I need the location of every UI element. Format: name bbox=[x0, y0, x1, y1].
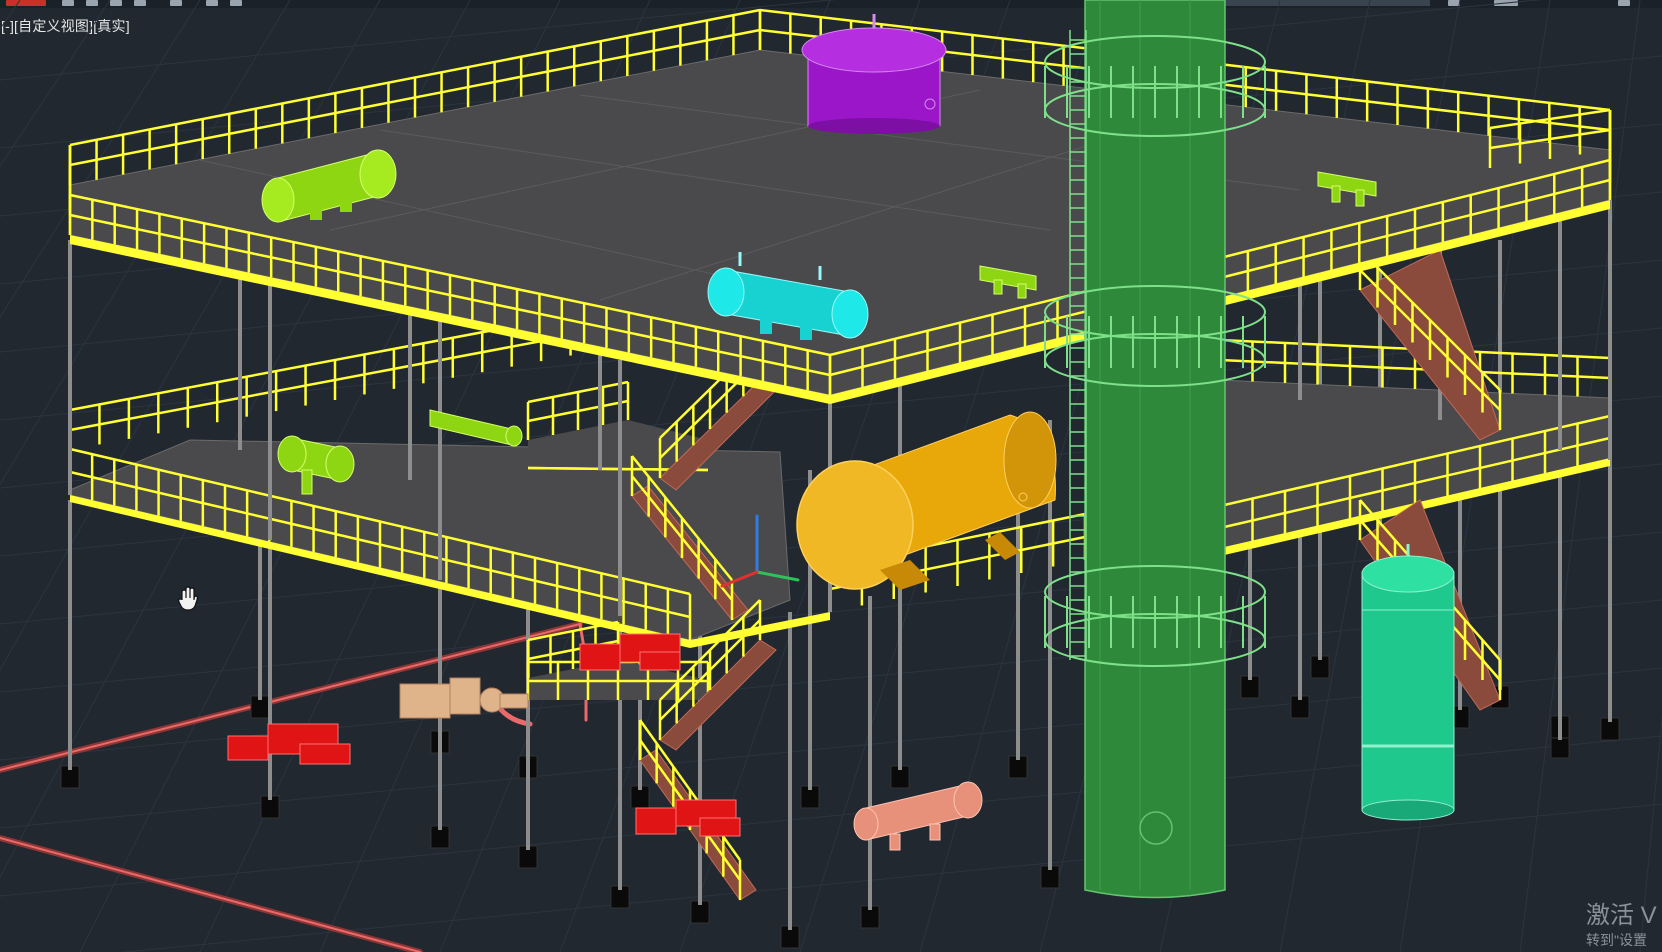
lower-deck-west[interactable] bbox=[69, 439, 830, 648]
hand-pan-icon bbox=[178, 586, 198, 611]
grid-line bbox=[1639, 713, 1662, 952]
pump-group-red[interactable] bbox=[227, 633, 741, 837]
ground-pipe[interactable] bbox=[0, 621, 588, 952]
grid-line bbox=[0, 0, 21, 30]
watermark-line-1: 激活 V bbox=[1586, 902, 1657, 929]
vessel-teal[interactable] bbox=[1361, 544, 1455, 821]
cad-viewport[interactable]: [-][自定义视图][真实] 激活 V 转到"设置 bbox=[0, 0, 1662, 952]
pump-beige[interactable] bbox=[399, 677, 529, 719]
vessel-purple[interactable] bbox=[801, 14, 947, 134]
grid-line bbox=[119, 803, 1662, 952]
model-space[interactable] bbox=[0, 0, 1662, 952]
watermark-line-2: 转到"设置 bbox=[1586, 932, 1647, 948]
exchanger-salmon[interactable] bbox=[853, 781, 983, 851]
activation-watermark: 激活 V 转到"设置 bbox=[1586, 902, 1662, 948]
